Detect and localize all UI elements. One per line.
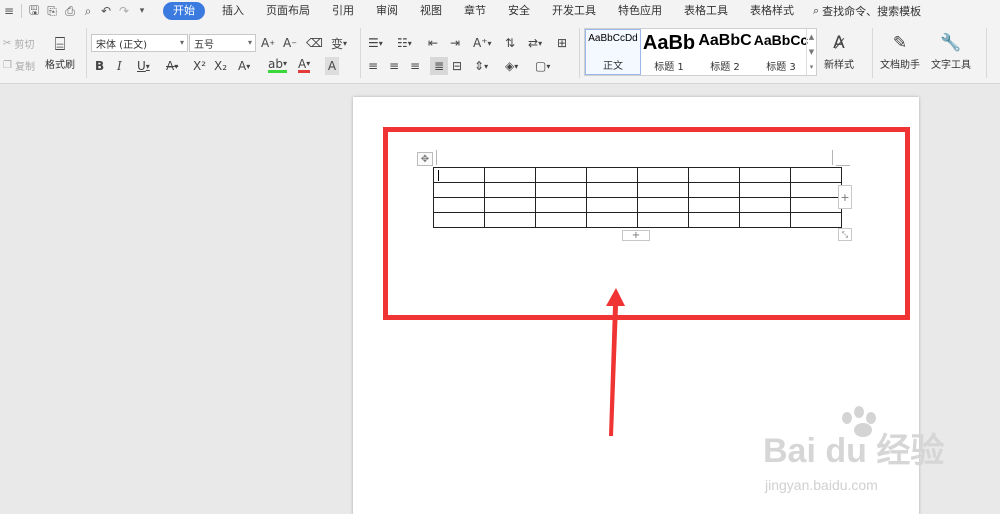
baidu-jingyan-watermark: Bai du 经验 jingyan.baidu.com — [763, 406, 944, 493]
red-arrow — [606, 288, 625, 436]
watermark-url: jingyan.baidu.com — [764, 477, 878, 493]
watermark-brand: Bai du 经验 — [763, 431, 944, 470]
